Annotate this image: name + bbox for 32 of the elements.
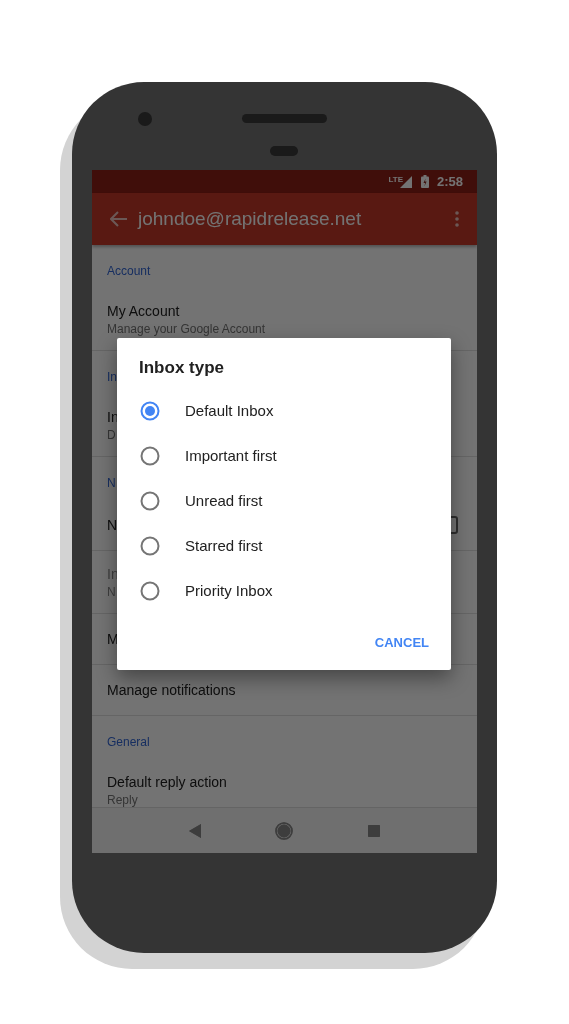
item-subtitle: D	[107, 427, 116, 442]
network-label: LTE	[388, 175, 403, 184]
radio-button[interactable]	[140, 580, 160, 601]
item-title: Default reply action	[107, 773, 227, 790]
radio-button[interactable]	[140, 535, 160, 556]
clock-time: 2:58	[436, 174, 463, 189]
section-header: Account	[107, 264, 151, 278]
inbox-option[interactable]: Starred first	[117, 523, 451, 568]
more-options-icon[interactable]	[455, 211, 459, 227]
item-subtitle: Reply	[107, 792, 138, 807]
item-title: My Account	[107, 302, 180, 319]
item-subtitle: Manage your Google Account	[107, 321, 266, 336]
radio-button[interactable]	[140, 445, 160, 466]
cancel-button[interactable]: CANCEL	[364, 627, 439, 658]
item-title: N	[107, 517, 118, 533]
item-title: Manage notifications	[107, 682, 236, 698]
back-icon[interactable]	[189, 823, 202, 838]
dialog-title: Inbox type	[138, 358, 225, 379]
home-icon[interactable]	[275, 821, 294, 840]
radio-button[interactable]	[140, 400, 160, 421]
inbox-option[interactable]: Unread first	[117, 478, 451, 523]
inbox-option[interactable]: Default Inbox	[117, 388, 451, 433]
battery-icon	[420, 175, 429, 188]
account-email-title: johndoe@rapidrelease.net	[138, 208, 363, 230]
overview-icon[interactable]	[367, 824, 380, 837]
section-header: N	[107, 476, 116, 490]
section-header: General	[107, 735, 150, 749]
back-arrow-icon[interactable]	[110, 211, 128, 227]
section-header: In	[107, 370, 117, 384]
inbox-option[interactable]: Priority Inbox	[117, 568, 451, 613]
inbox-option[interactable]: Important first	[117, 433, 451, 478]
radio-button[interactable]	[140, 490, 160, 511]
